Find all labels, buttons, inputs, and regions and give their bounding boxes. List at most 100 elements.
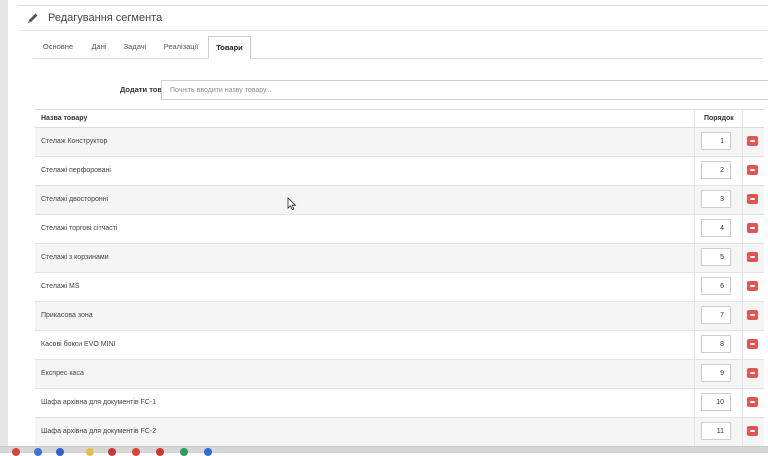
column-divider	[742, 186, 743, 214]
minus-icon	[750, 169, 755, 171]
order-input[interactable]	[701, 306, 731, 324]
table-row: Стелажі торгові сітчасті	[35, 215, 764, 244]
product-name: Шафа архівна для документів FC-1	[41, 399, 157, 406]
column-header-name: Назва товару	[41, 115, 88, 122]
column-divider	[694, 302, 695, 330]
app-icon[interactable]	[204, 448, 212, 456]
minus-icon	[750, 372, 755, 374]
minus-icon	[750, 401, 755, 403]
browser-icon[interactable]	[56, 448, 64, 456]
table-row: Стелаж Конструктор	[35, 128, 764, 157]
product-name: Стелажі торгові сітчасті	[41, 225, 118, 232]
mouse-cursor-icon	[287, 197, 297, 211]
table-body: Стелаж Конструктор Стелажі перфоровані Сте…	[35, 128, 764, 446]
minus-icon	[750, 430, 755, 432]
remove-product-button[interactable]	[747, 165, 758, 175]
remove-product-button[interactable]	[747, 281, 758, 291]
tab-main[interactable]: Основне	[33, 36, 83, 57]
order-input[interactable]	[701, 161, 731, 179]
column-divider	[742, 389, 743, 417]
edit-segment-panel: Редагування сегмента Основне Дані Задачі…	[8, 0, 768, 446]
table-row: Експрес каса	[35, 360, 764, 389]
pencil-icon	[26, 11, 40, 25]
table-row: Шафа архівна для документів FC-2	[35, 418, 764, 446]
table-row: Шафа архівна для документів FC-1	[35, 389, 764, 418]
remove-product-button[interactable]	[747, 397, 758, 407]
product-name: Стелажі перфоровані	[41, 167, 111, 174]
order-input[interactable]	[701, 277, 731, 295]
remove-product-button[interactable]	[747, 426, 758, 436]
app-icon[interactable]	[108, 448, 116, 456]
remove-product-button[interactable]	[747, 194, 758, 204]
product-name: Прикасова зона	[41, 312, 93, 319]
table-row: Касові бокси EVO MINI	[35, 331, 764, 360]
column-divider	[742, 331, 743, 359]
remove-product-button[interactable]	[747, 368, 758, 378]
remove-product-button[interactable]	[747, 310, 758, 320]
product-name: Стелажі з корзинами	[41, 254, 109, 261]
column-divider	[694, 110, 695, 127]
app-icon[interactable]	[156, 448, 164, 456]
column-divider	[742, 215, 743, 243]
minus-icon	[750, 140, 755, 142]
product-name: Стелаж Конструктор	[41, 138, 108, 145]
order-input[interactable]	[701, 422, 731, 440]
column-divider	[742, 110, 743, 127]
column-divider	[694, 186, 695, 214]
app-icon[interactable]	[86, 448, 94, 456]
product-name: Експрес каса	[41, 370, 84, 377]
column-divider	[694, 418, 695, 446]
remove-product-button[interactable]	[747, 223, 758, 233]
tab-products[interactable]: Товари	[208, 36, 251, 59]
column-divider	[694, 360, 695, 388]
minus-icon	[750, 198, 755, 200]
tab-bar: Основне Дані Задачі Реалізації Товари	[33, 36, 763, 59]
tab-realizations[interactable]: Реалізації	[155, 36, 207, 57]
column-divider	[742, 360, 743, 388]
column-divider	[694, 128, 695, 156]
product-name: Стелажі двосторонні	[41, 196, 109, 203]
order-input[interactable]	[701, 219, 731, 237]
column-divider	[742, 244, 743, 272]
column-divider	[742, 273, 743, 301]
panel-header: Редагування сегмента	[18, 5, 768, 31]
minus-icon	[750, 285, 755, 287]
remove-product-button[interactable]	[747, 339, 758, 349]
minus-icon	[750, 256, 755, 258]
product-name: Шафа архівна для документів FC-2	[41, 428, 157, 435]
column-divider	[742, 128, 743, 156]
minus-icon	[750, 314, 755, 316]
table-row: Прикасова зона	[35, 302, 764, 331]
column-divider	[694, 244, 695, 272]
remove-product-button[interactable]	[747, 136, 758, 146]
table-row: Стелажі MS	[35, 273, 764, 302]
column-divider	[694, 273, 695, 301]
app-icon[interactable]	[132, 448, 140, 456]
browser-icon[interactable]	[12, 448, 20, 456]
column-divider	[742, 302, 743, 330]
page-title: Редагування сегмента	[48, 12, 163, 24]
table-row: Стелажі перфоровані	[35, 157, 764, 186]
tab-data[interactable]: Дані	[83, 36, 115, 57]
order-input[interactable]	[701, 393, 731, 411]
add-product-input[interactable]	[161, 80, 768, 100]
order-input[interactable]	[701, 248, 731, 266]
column-divider	[742, 157, 743, 185]
column-divider	[694, 157, 695, 185]
order-input[interactable]	[701, 190, 731, 208]
remove-product-button[interactable]	[747, 252, 758, 262]
table-row: Стелажі двосторонні	[35, 186, 764, 215]
column-divider	[742, 418, 743, 446]
products-table: Назва товару Порядок Стелаж КонструкторС…	[35, 109, 764, 446]
column-divider	[694, 331, 695, 359]
product-name: Касові бокси EVO MINI	[41, 341, 116, 348]
order-input[interactable]	[701, 335, 731, 353]
column-divider	[694, 215, 695, 243]
order-input[interactable]	[701, 132, 731, 150]
browser-icon[interactable]	[34, 448, 42, 456]
product-name: Стелажі MS	[41, 283, 80, 290]
order-input[interactable]	[701, 364, 731, 382]
table-row: Стелажі з корзинами	[35, 244, 764, 273]
app-icon[interactable]	[180, 448, 188, 456]
tab-tasks[interactable]: Задачі	[115, 36, 155, 57]
